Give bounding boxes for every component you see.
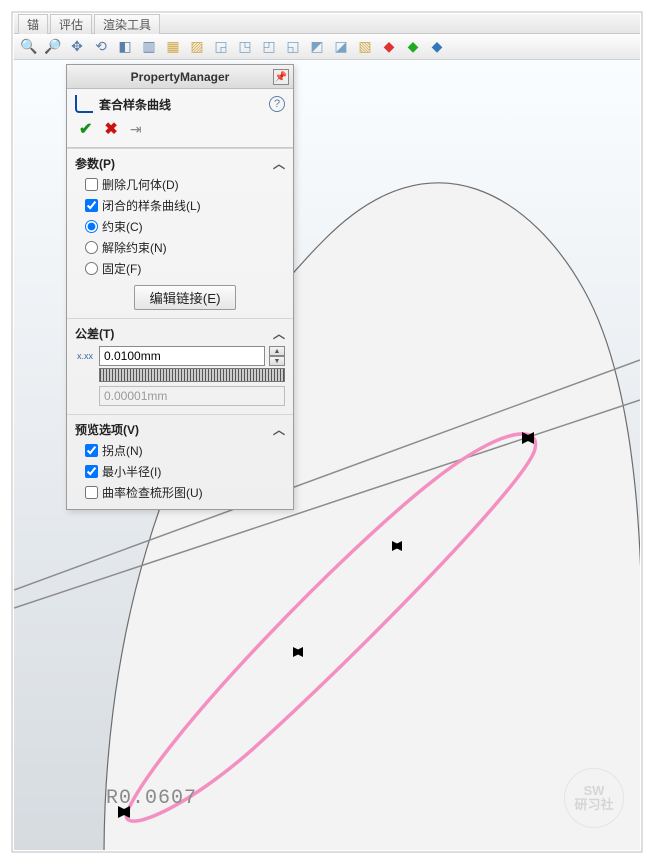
unconstrain-radio[interactable]: 解除约束(N) (85, 239, 285, 256)
rotate-view-icon[interactable]: ⟲ (92, 38, 110, 56)
view-toolbar: 🔍 🔎 ✥ ⟲ ◧ ▥ ▦ ▨ ◲ ◳ ◰ ◱ ◩ ◪ ▧ ◆ ◆ ◆ (14, 34, 640, 60)
pm-title-text: PropertyManager (131, 70, 230, 84)
preview-header: 预览选项(V) (75, 421, 139, 438)
zoom-area-icon[interactable]: 🔎 (44, 38, 62, 56)
spin-up-icon[interactable]: ▲ (269, 346, 285, 356)
closed-spline-checkbox[interactable]: 闭合的样条曲线(L) (85, 197, 285, 214)
fixed-radio[interactable]: 固定(F) (85, 260, 285, 277)
ribbon-tabs: 锚 评估 渲染工具 (14, 14, 640, 34)
section-tolerance: 公差(T) ︿ x.xx 0.0100mm ▲ ▼ 0.00001mm (67, 318, 293, 414)
color-icon[interactable]: ◆ (380, 38, 398, 56)
ok-button[interactable]: ✔ (79, 119, 92, 139)
view-orient-icon[interactable]: ◧ (116, 38, 134, 56)
app-window: 锚 评估 渲染工具 🔍 🔎 ✥ ⟲ ◧ ▥ ▦ ▨ ◲ ◳ ◰ ◱ ◩ ◪ ▧ … (14, 14, 640, 850)
min-radius-checkbox[interactable]: 最小半径(I) (85, 463, 285, 480)
tab-evaluate[interactable]: 评估 (50, 14, 92, 34)
zoom-fit-icon[interactable]: 🔍 (20, 38, 38, 56)
normal-to-icon[interactable]: ◩ (308, 38, 326, 56)
tolerance-spinner[interactable]: ▲ ▼ (269, 346, 285, 366)
display-style-icon[interactable]: ▦ (164, 38, 182, 56)
top-view-icon[interactable]: ◰ (260, 38, 278, 56)
keep-visible-icon[interactable]: ⇥ (130, 121, 142, 138)
help-icon[interactable]: ? (269, 96, 285, 112)
collapse-params-icon[interactable]: ︿ (273, 155, 285, 172)
scene-icon[interactable]: ▧ (356, 38, 374, 56)
section-parameters: 参数(P) ︿ 删除几何体(D) 闭合的样条曲线(L) 约束(C) 解除约束(N… (67, 148, 293, 318)
feature-title: 套合样条曲线 (99, 96, 171, 113)
collapse-preview-icon[interactable]: ︿ (273, 421, 285, 438)
inflection-checkbox[interactable]: 拐点(N) (85, 442, 285, 459)
cancel-button[interactable]: ✖ (104, 119, 117, 139)
collapse-tolerance-icon[interactable]: ︿ (273, 325, 285, 342)
confirm-row: ✔ ✖ ⇥ (67, 117, 293, 148)
tolerance-input[interactable]: 0.0100mm (99, 346, 265, 366)
edit-appearance-icon[interactable]: ▨ (188, 38, 206, 56)
edit-links-button[interactable]: 编辑链接(E) (134, 285, 235, 310)
watermark-line2: 研习社 (574, 798, 613, 812)
watermark: SW 研习社 (564, 768, 624, 828)
tab-render-tools[interactable]: 渲染工具 (94, 14, 160, 34)
section-preview: 预览选项(V) ︿ 拐点(N) 最小半径(I) 曲率检查梳形图(U) (67, 414, 293, 509)
tolerance-slider[interactable] (99, 368, 285, 382)
right-view-icon[interactable]: ◱ (284, 38, 302, 56)
watermark-line1: SW (584, 784, 605, 798)
tolerance-icon: x.xx (75, 346, 95, 366)
property-manager-panel: PropertyManager 📌 套合样条曲线 ? ✔ ✖ ⇥ 参数(P) ︿ (66, 64, 294, 510)
min-radius-annotation: R0.0607 (106, 787, 197, 810)
curvature-comb-checkbox[interactable]: 曲率检查梳形图(U) (85, 484, 285, 501)
iso-view-icon[interactable]: ◲ (212, 38, 230, 56)
constrain-radio[interactable]: 约束(C) (85, 218, 285, 235)
tolerance-header: 公差(T) (75, 325, 114, 342)
tolerance-min-display: 0.00001mm (99, 386, 285, 406)
pin-panel-icon[interactable]: 📌 (273, 69, 289, 85)
pm-titlebar: PropertyManager 📌 (67, 65, 293, 89)
texture-icon[interactable]: ◆ (428, 38, 446, 56)
delete-geometry-checkbox[interactable]: 删除几何体(D) (85, 176, 285, 193)
feature-header: 套合样条曲线 ? (67, 89, 293, 117)
front-view-icon[interactable]: ◳ (236, 38, 254, 56)
fit-spline-icon (75, 95, 93, 113)
tab-anchor[interactable]: 锚 (18, 14, 48, 34)
params-header: 参数(P) (75, 155, 115, 172)
shaded-icon[interactable]: ◪ (332, 38, 350, 56)
spin-down-icon[interactable]: ▼ (269, 356, 285, 366)
apply-scene-icon[interactable]: ◆ (404, 38, 422, 56)
pan-icon[interactable]: ✥ (68, 38, 86, 56)
graphics-viewport[interactable]: R0.0607 SW 研习社 PropertyManager 📌 套合样条曲线 … (14, 60, 640, 850)
section-view-icon[interactable]: ▥ (140, 38, 158, 56)
